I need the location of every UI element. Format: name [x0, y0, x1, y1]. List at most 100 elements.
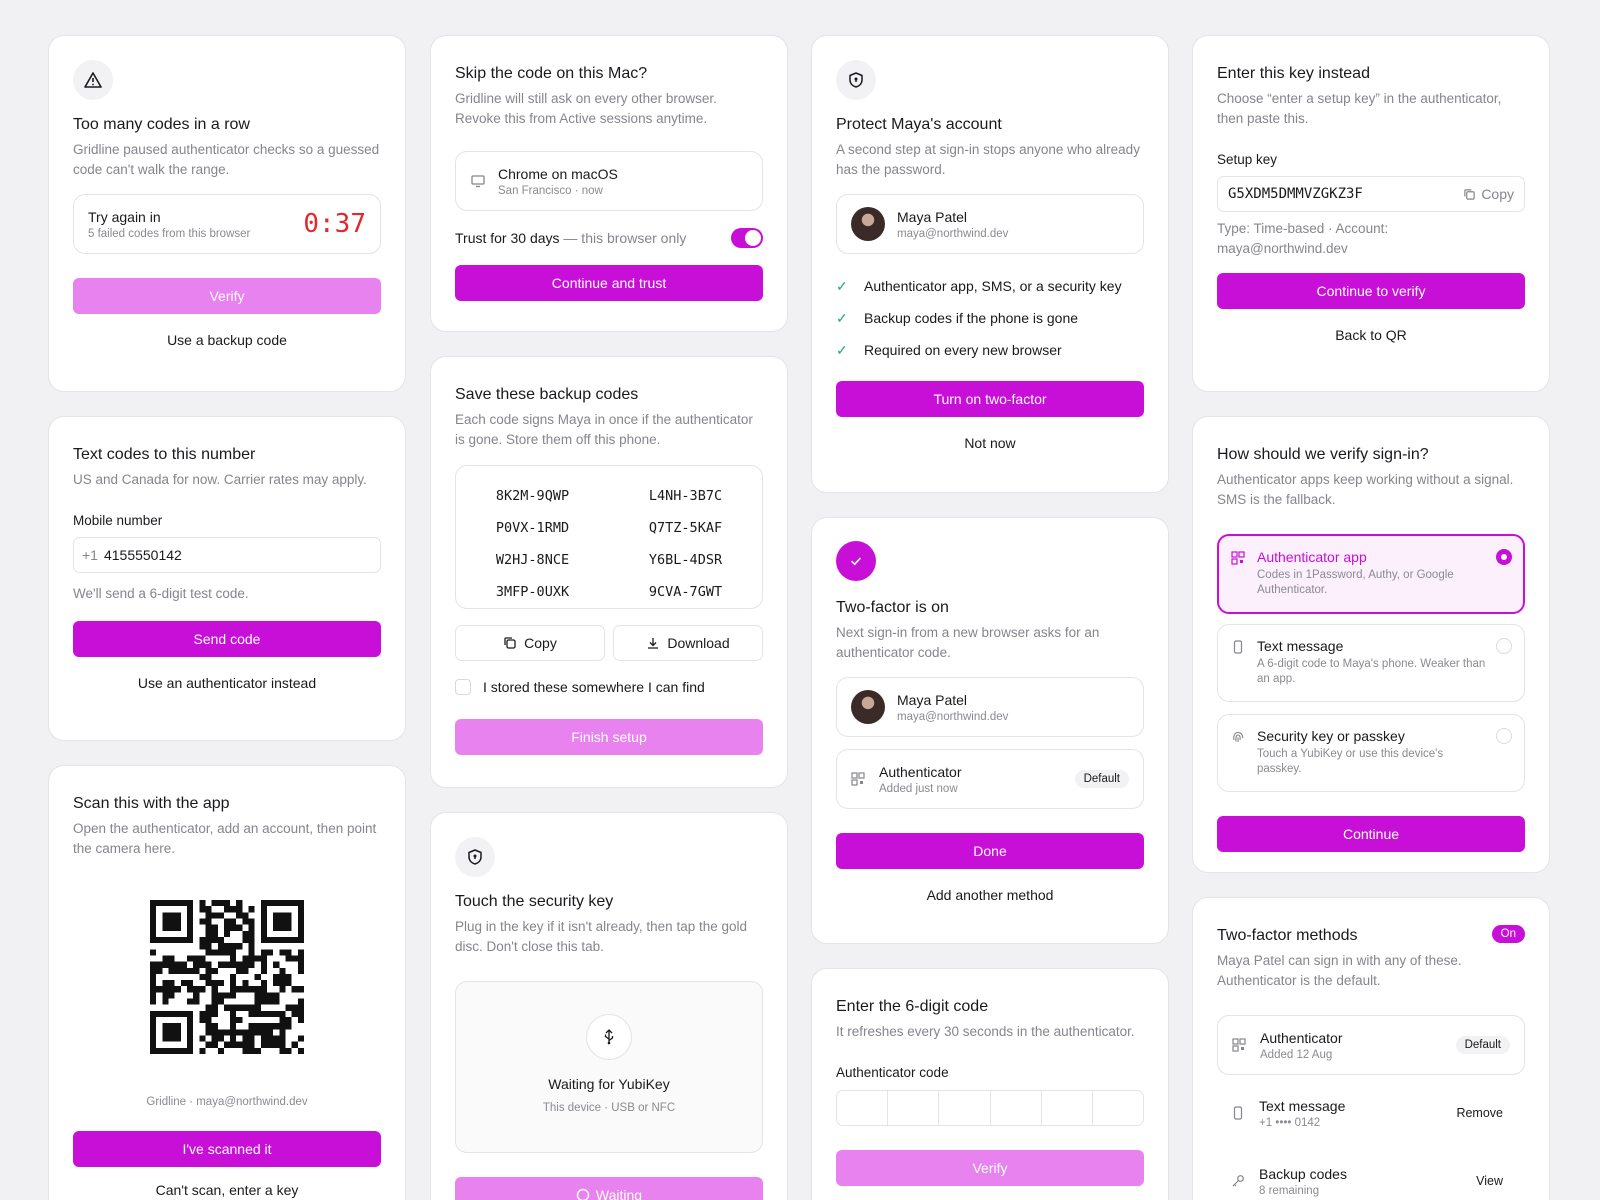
verify-button[interactable]: Verify: [73, 278, 381, 314]
spinner-icon: [576, 1188, 590, 1200]
continue-trust-button[interactable]: Continue and trust: [455, 265, 763, 301]
radio-selected[interactable]: [1496, 549, 1512, 565]
verify-method-card: How should we verify sign-in? Authentica…: [1192, 416, 1550, 873]
waiting-title: Waiting for YubiKey: [548, 1076, 670, 1092]
qr-grid-icon: [1231, 551, 1245, 565]
setup-key-field[interactable]: G5XDM5DMMVZGKZ3F Copy: [1217, 176, 1525, 212]
check-icon: ✓: [836, 341, 848, 358]
card-description: Gridline will still ask on every other b…: [455, 91, 717, 126]
radio-unselected[interactable]: [1496, 728, 1512, 744]
trust-label: Trust for 30 days: [455, 230, 560, 246]
card-description: A second step at sign-in stops anyone wh…: [836, 142, 1140, 177]
backup-code: 3MFP-0UXK: [495, 584, 570, 600]
retry-label: Try again in: [88, 208, 161, 225]
turn-on-button[interactable]: Turn on two-factor: [836, 381, 1144, 417]
not-now-link[interactable]: Not now: [836, 435, 1144, 451]
copy-key-button[interactable]: Copy: [1463, 186, 1514, 202]
rate-limit-card: Too many codes in a row Gridline paused …: [48, 35, 406, 392]
user-email: maya@northwind.dev: [897, 227, 1009, 240]
waiting-label: Waiting: [595, 1187, 643, 1200]
default-badge: Default: [1074, 770, 1129, 788]
card-description: It refreshes every 30 seconds in the aut…: [836, 1024, 1135, 1039]
security-key-card: Touch the security key Plug in the key i…: [430, 812, 788, 1200]
code-digit-input[interactable]: [837, 1091, 889, 1125]
code-digit-input[interactable]: [991, 1091, 1042, 1125]
method-option-sms[interactable]: Text message A 6-digit code to Maya's ph…: [1217, 624, 1525, 702]
add-method-link[interactable]: Add another method: [836, 887, 1144, 903]
code-digit-input[interactable]: [888, 1091, 940, 1125]
shield-icon: [836, 60, 876, 100]
feature-item: Backup codes if the phone is gone: [864, 310, 1079, 326]
send-code-button[interactable]: Send code: [73, 621, 381, 657]
method-sub: Added 12 Aug: [1260, 1048, 1333, 1061]
trust-sub: — this browser only: [563, 230, 687, 246]
back-to-qr-link[interactable]: Back to QR: [1217, 327, 1525, 343]
backup-code: 8K2M-9QWP: [495, 488, 570, 504]
scanned-button[interactable]: I've scanned it: [73, 1131, 381, 1167]
method-sub: 8 remaining: [1259, 1184, 1320, 1197]
option-title: Security key or passkey: [1257, 728, 1405, 744]
status-badge: On: [1491, 924, 1525, 943]
option-title: Authenticator app: [1257, 549, 1367, 565]
monitor-icon: [471, 175, 485, 188]
phone-field[interactable]: +1 4155550142: [73, 537, 381, 573]
card-title: Skip the code on this Mac?: [455, 65, 648, 82]
verify-button[interactable]: Verify: [836, 1150, 1144, 1186]
card-title: Two-factor is on: [836, 599, 949, 616]
card-title: Enter this key instead: [1217, 65, 1370, 82]
copy-icon: [504, 637, 516, 649]
method-name: Backup codes: [1259, 1165, 1347, 1182]
card-title: How should we verify sign-in?: [1217, 446, 1429, 463]
key-meta: Type: Time-based · Account: maya@northwi…: [1217, 221, 1389, 256]
key-icon: [1232, 1175, 1244, 1187]
backup-code: Q7TZ-5KAF: [648, 520, 723, 536]
use-authenticator-link[interactable]: Use an authenticator instead: [73, 675, 381, 691]
qr-caption: Gridline · maya@northwind.dev: [146, 1096, 308, 1108]
method-row: Backup codes 8 remaining View: [1217, 1151, 1525, 1200]
finish-setup-button[interactable]: Finish setup: [455, 719, 763, 755]
enter-code-card: Enter the 6-digit code It refreshes ever…: [811, 968, 1169, 1200]
enter-key-link[interactable]: Can't scan, enter a key: [73, 1182, 381, 1198]
download-codes-button[interactable]: Download: [613, 625, 763, 661]
two-factor-on-card: Two-factor is on Next sign-in from a new…: [811, 517, 1169, 944]
stored-checkbox[interactable]: [455, 679, 471, 695]
two-factor-methods-card: Two-factor methods On Maya Patel can sig…: [1192, 897, 1550, 1200]
retry-timer-box: Try again in 5 failed codes from this br…: [73, 194, 381, 254]
trust-toggle[interactable]: [731, 228, 763, 248]
continue-button[interactable]: Continue: [1217, 816, 1525, 852]
retry-sub: 5 failed codes from this browser: [88, 227, 251, 240]
radio-unselected[interactable]: [1496, 638, 1512, 654]
card-description: Choose “enter a setup key” in the authen…: [1217, 91, 1502, 126]
copy-codes-button[interactable]: Copy: [455, 625, 605, 661]
code-digit-input[interactable]: [1042, 1091, 1093, 1125]
card-title: Two-factor methods: [1217, 927, 1358, 944]
user-box: Maya Patel maya@northwind.dev: [836, 194, 1144, 254]
copy-icon: [1464, 188, 1476, 200]
default-badge: Default: [1455, 1036, 1510, 1054]
waiting-button[interactable]: Waiting: [455, 1177, 763, 1200]
field-label: Mobile number: [73, 513, 163, 528]
qr-scan-card: Scan this with the app Open the authenti…: [48, 765, 406, 1200]
method-option-security-key[interactable]: Security key or passkey Touch a YubiKey …: [1217, 714, 1525, 792]
card-description: Next sign-in from a new browser asks for…: [836, 625, 1100, 660]
feature-item: Required on every new browser: [864, 342, 1062, 358]
card-description: US and Canada for now. Carrier rates may…: [73, 472, 367, 487]
field-hint: We'll send a 6-digit test code.: [73, 586, 249, 601]
code-digit-input[interactable]: [1093, 1091, 1143, 1125]
device-name: Chrome on macOS: [498, 165, 618, 182]
code-input-group: [836, 1090, 1144, 1126]
continue-verify-button[interactable]: Continue to verify: [1217, 273, 1525, 309]
card-title: Protect Maya's account: [836, 116, 1002, 133]
method-option-authenticator[interactable]: Authenticator app Codes in 1Password, Au…: [1217, 534, 1525, 614]
backup-code-link[interactable]: Use a backup code: [73, 332, 381, 348]
remove-button[interactable]: Remove: [1456, 1106, 1511, 1120]
code-digit-input[interactable]: [939, 1091, 991, 1125]
waiting-panel: Waiting for YubiKey This device · USB or…: [455, 981, 763, 1153]
card-title: Save these backup codes: [455, 386, 639, 403]
warning-icon: [73, 60, 113, 100]
user-box: Maya Patel maya@northwind.dev: [836, 677, 1144, 737]
done-button[interactable]: Done: [836, 833, 1144, 869]
view-button[interactable]: View: [1476, 1174, 1511, 1188]
option-sub: Touch a YubiKey or use this device's pas…: [1257, 748, 1444, 775]
card-title: Text codes to this number: [73, 446, 256, 463]
